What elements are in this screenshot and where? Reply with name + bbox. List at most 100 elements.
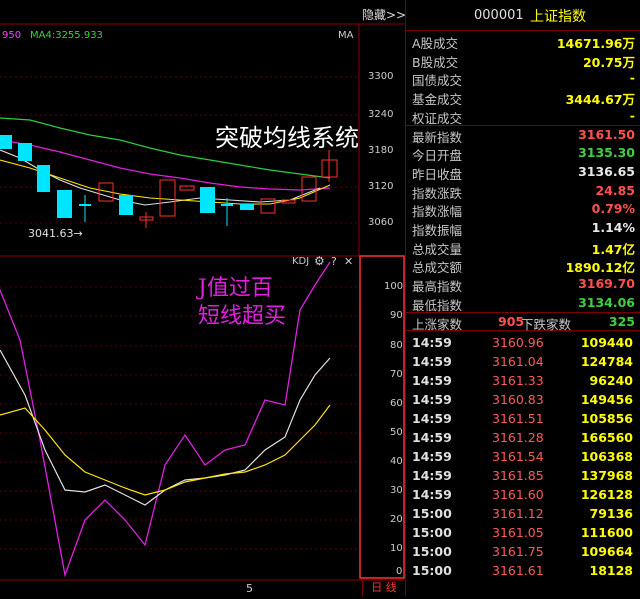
tick-vol: 79136 <box>589 506 634 521</box>
tick-row[interactable]: 14:59 3161.33 96240 <box>406 371 640 390</box>
tick-time: 15:00 <box>412 544 452 559</box>
stat-value: 3134.06 <box>578 294 635 310</box>
kdj-tick: 80 <box>390 340 403 351</box>
down-count-value: 325 <box>608 314 635 329</box>
tick-row[interactable]: 14:59 3161.60 126128 <box>406 485 640 504</box>
stat-value: 3135.30 <box>578 145 635 161</box>
stat-row: 最低指数 3134.06 <box>406 293 640 313</box>
stat-row: 今日开盘 3135.30 <box>406 143 640 163</box>
down-count-label: 下跌家数 <box>521 317 572 332</box>
stat-row: 指数涨跌 24.85 <box>406 181 640 201</box>
quote-panel: 000001 上证指数 A股成交 14671.96万 B股成交 20.75万 国债成交 -… <box>405 0 640 596</box>
tick-row[interactable]: 14:59 3161.85 137968 <box>406 466 640 485</box>
stats-list: A股成交 14671.96万 B股成交 20.75万 国债成交 - 基金成交 3444.67万… <box>406 31 640 313</box>
tick-price: 3161.60 <box>492 487 544 502</box>
hide-button[interactable]: 隐藏>> <box>362 6 406 23</box>
tick-time: 14:59 <box>412 468 452 483</box>
stat-row: B股成交 20.75万 <box>406 50 640 70</box>
tick-row[interactable]: 14:59 3160.96 109440 <box>406 333 640 352</box>
stat-row: 昨日收盘 3136.65 <box>406 162 640 182</box>
price-tick: 3120 <box>368 181 394 192</box>
tick-row[interactable]: 15:00 3161.05 111600 <box>406 523 640 542</box>
jvalue-annotation-line2: 短线超买 <box>198 304 287 329</box>
tick-row[interactable]: 14:59 3161.28 166560 <box>406 428 640 447</box>
price-tick: 3060 <box>368 217 394 228</box>
ma4-label: MA4:3255.933 <box>30 30 103 41</box>
stat-row: 指数涨幅 0.79% <box>406 199 640 219</box>
tick-time: 14:59 <box>412 449 452 464</box>
tick-vol: 137968 <box>580 468 633 483</box>
tick-list[interactable]: 14:59 3160.96 109440 14:59 3161.04 124784 14:5… <box>406 333 640 593</box>
kdj-tick: 30 <box>390 485 403 496</box>
tick-vol: 106368 <box>580 449 633 464</box>
stat-label: 最低指数 <box>412 297 463 313</box>
up-count-label: 上涨家数 <box>412 317 463 332</box>
stat-value: 3136.65 <box>578 163 635 179</box>
tick-row[interactable]: 15:00 3161.61 18128 <box>406 561 640 580</box>
tick-vol: 124784 <box>580 354 633 369</box>
tick-price: 3161.54 <box>492 449 544 464</box>
stat-value: 3161.50 <box>578 126 635 142</box>
tick-row[interactable]: 15:00 3161.75 109664 <box>406 542 640 561</box>
stat-value: 0.79% <box>591 201 635 217</box>
tick-price: 3160.96 <box>492 335 544 350</box>
tick-price: 3161.75 <box>492 544 544 559</box>
stock-code: 000001 <box>474 8 524 23</box>
tick-vol: 109440 <box>580 335 633 350</box>
kdj-tick: 20 <box>390 514 403 525</box>
stat-value: - <box>629 70 635 86</box>
kdj-title: KDJ <box>292 256 310 267</box>
stat-value: 1.14% <box>591 220 635 235</box>
tick-price: 3161.85 <box>492 468 544 483</box>
tick-time: 14:59 <box>412 430 452 445</box>
kdj-tick: 90 <box>390 310 403 321</box>
tick-row[interactable]: 15:00 3161.12 79136 <box>406 504 640 523</box>
tick-vol: 126128 <box>580 487 633 502</box>
low-price-marker: 3041.63→ <box>28 227 83 240</box>
stat-value: 24.85 <box>595 182 635 198</box>
price-tick: 3240 <box>368 109 394 120</box>
tick-price: 3161.61 <box>492 563 544 578</box>
stat-row: 最新指数 3161.50 <box>406 125 640 145</box>
tick-price: 3161.12 <box>492 506 544 521</box>
gear-icon[interactable]: ⚙ <box>314 254 325 268</box>
stock-name: 上证指数 <box>530 9 586 25</box>
close-icon[interactable]: ✕ <box>344 255 353 268</box>
period-marker: 5 <box>246 582 253 595</box>
tick-row[interactable]: 14:59 3161.04 124784 <box>406 352 640 371</box>
stat-row: 最高指数 3169.70 <box>406 274 640 294</box>
tick-time: 14:59 <box>412 411 452 426</box>
stat-row: 基金成交 3444.67万 <box>406 87 640 107</box>
tick-time: 14:59 <box>412 373 452 388</box>
help-icon[interactable]: ? <box>331 255 337 268</box>
tick-time: 14:59 <box>412 487 452 502</box>
kdj-tick: 40 <box>390 456 403 467</box>
tick-row[interactable]: 14:59 3160.83 149456 <box>406 390 640 409</box>
daily-line-tab[interactable]: 日 线 <box>362 580 405 596</box>
kdj-tick: 50 <box>390 427 403 438</box>
kdj-tick: 0 <box>396 566 403 577</box>
ma-right-label: MA <box>338 30 354 41</box>
tick-vol: 166560 <box>580 430 633 445</box>
tick-row[interactable]: 14:59 3161.51 105856 <box>406 409 640 428</box>
tick-time: 15:00 <box>412 525 452 540</box>
updown-row: 上涨家数 905 下跌家数 325 <box>406 313 640 332</box>
tick-row[interactable]: 14:59 3161.54 106368 <box>406 447 640 466</box>
price-tick: 3300 <box>368 71 394 82</box>
breakout-annotation: 突破均线系统 <box>215 124 359 152</box>
tick-vol: 105856 <box>580 411 633 426</box>
tick-price: 3161.04 <box>492 354 544 369</box>
stat-row: 总成交量 1.47亿 <box>406 237 640 257</box>
stat-row: 指数振幅 1.14% <box>406 218 640 238</box>
quote-header: 000001 上证指数 <box>406 0 640 31</box>
stat-row: 总成交额 1890.12亿 <box>406 255 640 275</box>
tick-time: 14:59 <box>412 392 452 407</box>
tick-vol: 18128 <box>589 563 634 578</box>
kdj-tick: 100 <box>384 281 404 292</box>
tick-time: 14:59 <box>412 354 452 369</box>
stat-row: A股成交 14671.96万 <box>406 31 640 51</box>
ma-prefix-label: 950 <box>2 30 22 41</box>
stat-value: - <box>629 107 635 123</box>
tick-price: 3160.83 <box>492 392 544 407</box>
tick-vol: 96240 <box>589 373 634 388</box>
